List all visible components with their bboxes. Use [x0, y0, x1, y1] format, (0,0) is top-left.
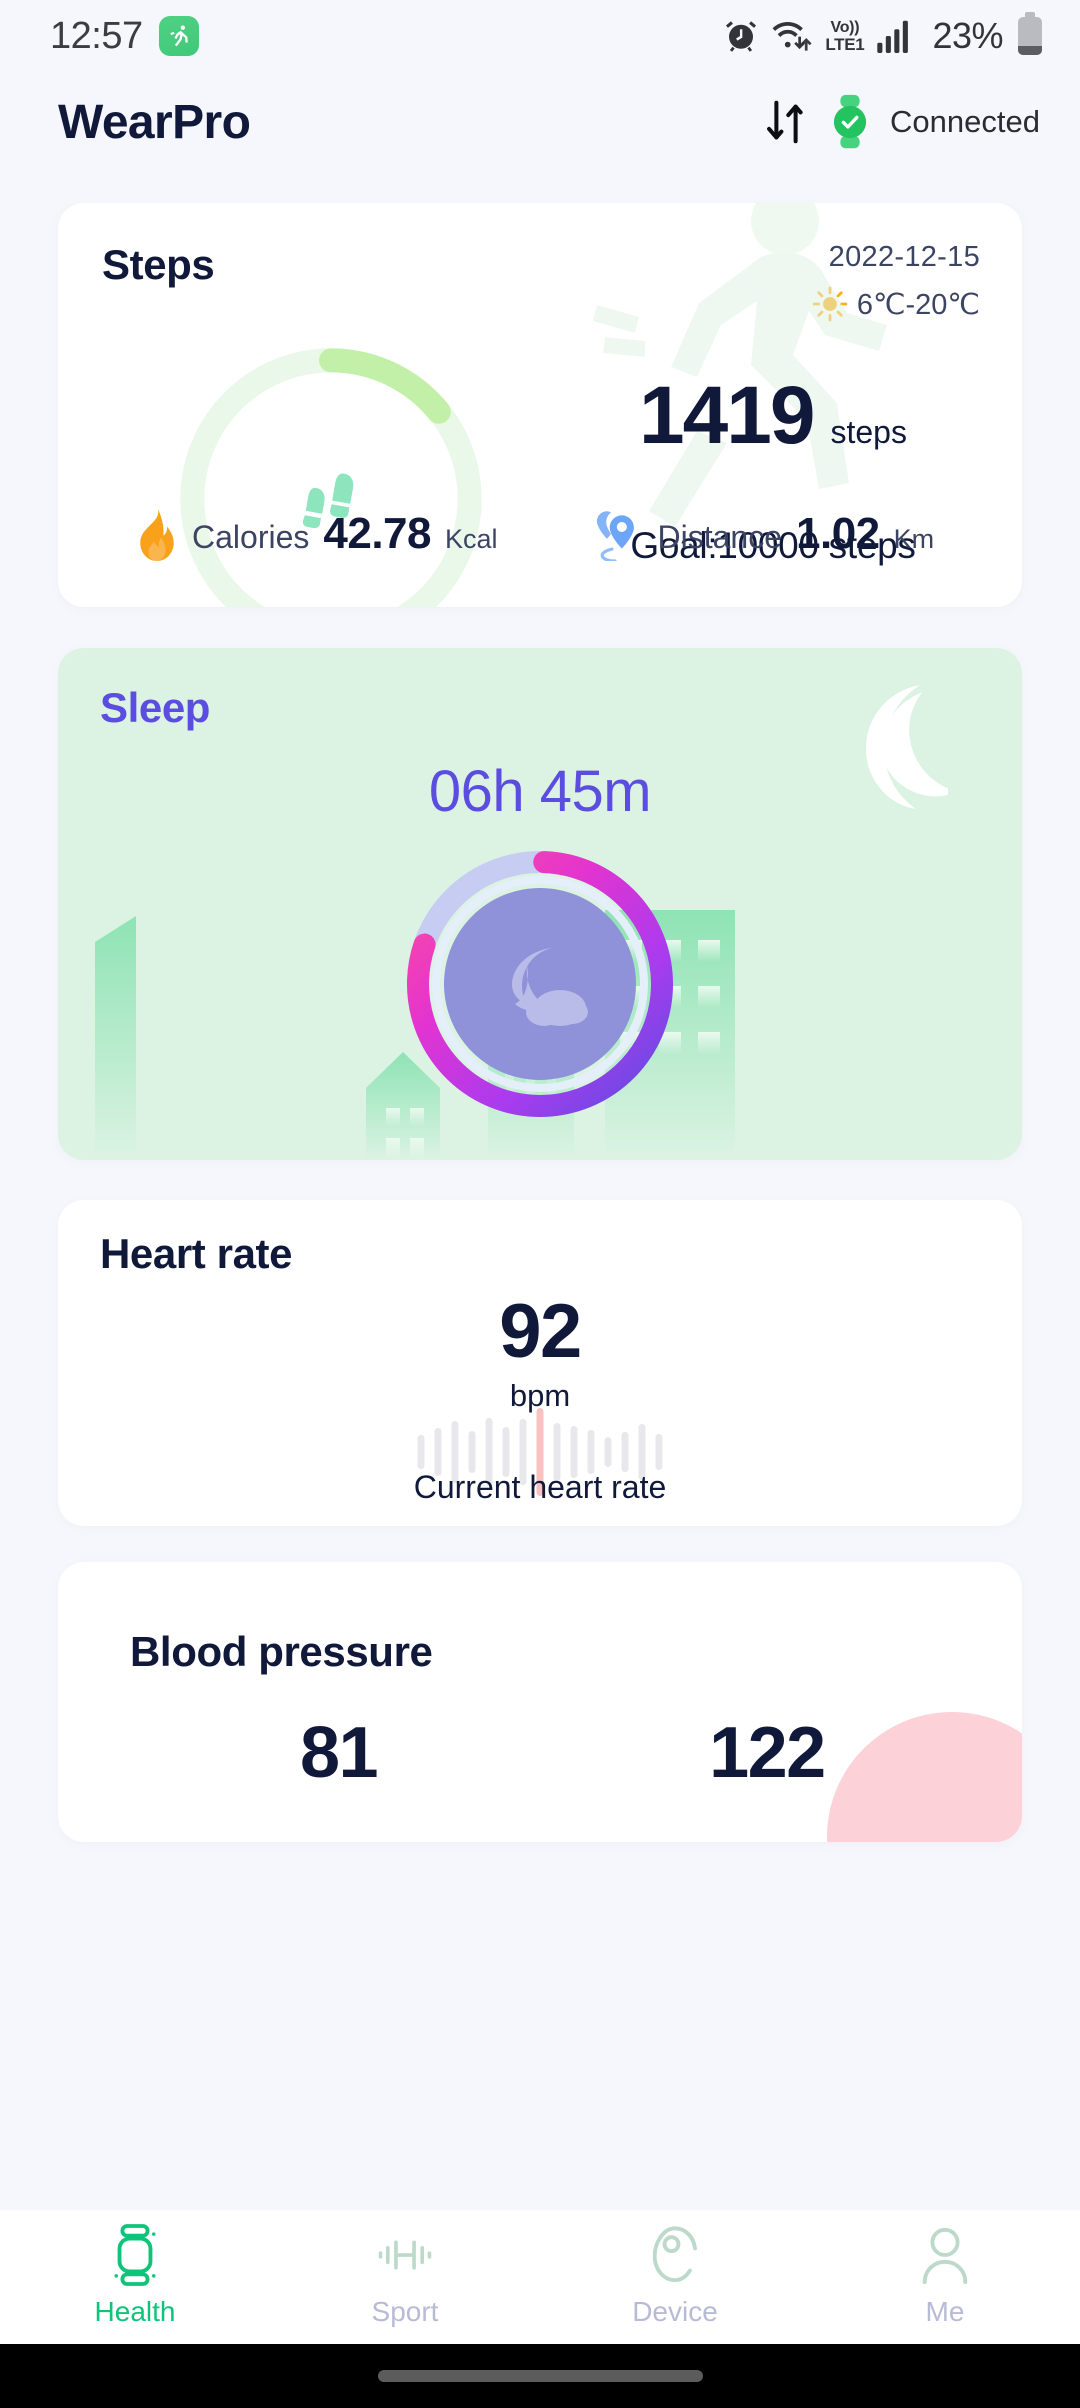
nav-item-device[interactable]: Device: [540, 2224, 810, 2328]
steps-count-row: 1419 steps: [528, 369, 1018, 463]
heart-rate-caption: Current heart rate: [413, 1469, 667, 1505]
calories-metric: Calories 42.78 Kcal: [136, 509, 498, 561]
flame-icon: [136, 509, 178, 561]
sleep-card[interactable]: Sleep 06h 45m: [58, 648, 1022, 1160]
device-icon: [652, 2226, 698, 2283]
status-time: 12:57: [50, 14, 143, 57]
battery-percentage: 23%: [932, 15, 1003, 56]
battery-icon: [1018, 12, 1042, 55]
watch-icon: [114, 2224, 156, 2286]
heart-rate-wave-bar: [587, 1430, 595, 1474]
sun-icon: [812, 286, 848, 322]
calories-label: Calories: [192, 519, 310, 555]
status-bar-left: 12:57: [50, 15, 199, 58]
blood-pressure-diastolic: 81: [300, 1713, 379, 1793]
sleep-title: Sleep: [100, 684, 211, 731]
person-icon: [922, 2227, 968, 2284]
steps-count: 1419: [639, 370, 815, 461]
status-bar-right: Vo)) LTE1 23%: [723, 12, 1042, 57]
heart-rate-wave-bar: [655, 1434, 663, 1470]
location-pins-icon: [590, 509, 644, 561]
connection-status-label: Connected: [890, 104, 1040, 139]
distance-unit: Km: [893, 524, 935, 554]
nav-label-health: Health: [94, 2296, 176, 2327]
nav-item-me[interactable]: Me: [810, 2224, 1080, 2328]
running-person-icon: [158, 16, 199, 56]
nav-label-device: Device: [632, 2296, 718, 2327]
volte-line2: LTE1: [825, 34, 865, 54]
wifi-icon: [772, 22, 812, 51]
blood-pressure-card[interactable]: Blood pressure 81 122: [58, 1562, 1022, 1842]
steps-temperature: 6℃-20℃: [856, 288, 980, 321]
app-header: WearPro Connected: [0, 72, 1080, 172]
blood-pressure-title: Blood pressure: [130, 1628, 433, 1675]
steps-meta: 2022-12-15 6℃-20℃: [812, 241, 980, 322]
heart-rate-card[interactable]: Heart rate 92 bpm Current heart rate: [58, 1200, 1022, 1526]
heart-rate-value: 92: [499, 1289, 582, 1374]
home-gesture-pill[interactable]: [377, 2370, 703, 2382]
distance-label: Distance: [657, 519, 783, 555]
steps-count-unit: steps: [830, 414, 907, 450]
calories-unit: Kcal: [444, 524, 498, 554]
alarm-clock-icon: [726, 21, 757, 52]
heart-rate-title: Heart rate: [100, 1230, 293, 1277]
header-right-group: Connected: [762, 94, 1040, 150]
network-type-indicator: Vo)) LTE1: [825, 18, 865, 54]
steps-title: Steps: [102, 241, 215, 288]
steps-metrics-row: Calories 42.78 Kcal Distance 1.02 Km: [58, 509, 1022, 561]
steps-weather: 6℃-20℃: [812, 286, 980, 322]
nav-item-sport[interactable]: Sport: [270, 2224, 540, 2328]
sleep-progress-ring: [400, 844, 680, 1124]
steps-progress-ring: [171, 339, 491, 607]
heart-rate-wave-bar: [621, 1432, 629, 1472]
nav-label-me: Me: [925, 2296, 965, 2327]
status-bar: 12:57 Vo)) LTE1 23%: [0, 0, 1080, 72]
volte-line1: Vo)): [830, 18, 860, 36]
bottom-navigation: Health Sport Device Me: [0, 2210, 1080, 2344]
steps-card[interactable]: Steps 2022-12-15 6℃-20℃ 1419 steps Goal:…: [58, 203, 1022, 607]
dumbbell-icon: [378, 2240, 432, 2270]
nav-label-sport: Sport: [371, 2296, 439, 2327]
steps-card-header: Steps 2022-12-15 6℃-20℃: [58, 203, 1022, 322]
heart-rate-wave-bar: [604, 1437, 612, 1467]
sync-arrows-icon[interactable]: [762, 97, 810, 147]
distance-value: 1.02: [796, 509, 880, 558]
system-gesture-area: [0, 2344, 1080, 2408]
watch-connected-icon: [833, 94, 867, 149]
calories-value: 42.78: [323, 509, 431, 558]
signal-bars-icon: [877, 20, 909, 53]
nav-item-health[interactable]: Health: [0, 2224, 270, 2328]
distance-metric: Distance 1.02 Km: [590, 509, 935, 561]
blood-pressure-systolic: 122: [709, 1713, 826, 1793]
crescent-moon-icon: [866, 685, 948, 809]
app-title: WearPro: [58, 95, 251, 149]
heart-rate-wave-bar: [417, 1435, 425, 1469]
heart-rate-wave-bar: [468, 1431, 476, 1473]
steps-date: 2022-12-15: [828, 241, 980, 273]
